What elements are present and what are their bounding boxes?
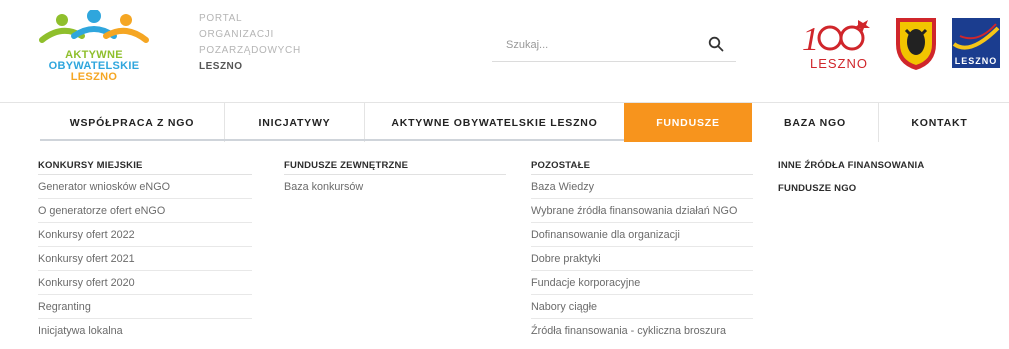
menu-column-fundusze-zewnetrzne: FUNDUSZE ZEWNĘTRZNE Baza konkursów	[284, 156, 506, 199]
column-heading[interactable]: KONKURSY MIEJSKIE	[38, 156, 252, 175]
leszno-100-logo[interactable]: 1 LESZNO	[800, 14, 876, 72]
menu-link[interactable]: Generator wniosków eNGO	[38, 175, 252, 199]
menu-link[interactable]: Fundacje korporacyjne	[531, 271, 753, 295]
menu-column-konkursy-miejskie: KONKURSY MIEJSKIE Generator wniosków eNG…	[38, 156, 252, 343]
main-navigation: WSPÓŁPRACA Z NGO INICJATYWY AKTYWNE OBYW…	[0, 102, 1009, 143]
menu-link[interactable]: Regranting	[38, 295, 252, 319]
nav-item-kontakt[interactable]: KONTAKT	[878, 103, 1000, 143]
nav-item-fundusze[interactable]: FUNDUSZE	[624, 103, 752, 143]
menu-link[interactable]: Źródła finansowania - cykliczna broszura	[531, 319, 753, 343]
site-logo[interactable]: AKTYWNE OBYWATELSKIE LESZNO	[38, 10, 150, 90]
leszno-brand-label: LESZNO	[954, 56, 998, 66]
menu-link[interactable]: Konkursy ofert 2020	[38, 271, 252, 295]
portal-line-2: ORGANIZACJI	[199, 29, 274, 40]
column-heading[interactable]: INNE ŹRÓDŁA FINANSOWANIA	[778, 156, 988, 175]
search-box	[492, 28, 736, 62]
search-input[interactable]	[506, 35, 696, 55]
svg-text:1: 1	[802, 21, 819, 58]
search-icon[interactable]	[708, 36, 724, 52]
menu-link[interactable]: Inicjatywa lokalna	[38, 319, 252, 343]
menu-column-pozostale: POZOSTAŁE Baza Wiedzy Wybrane źródła fin…	[531, 156, 753, 343]
portal-city: LESZNO	[199, 61, 243, 72]
nav-item-aktywne-obywatelskie[interactable]: AKTYWNE OBYWATELSKIE LESZNO	[364, 103, 624, 143]
leszno-100-label: LESZNO	[809, 56, 868, 71]
people-figures-icon	[39, 10, 149, 43]
menu-link[interactable]: Baza Wiedzy	[531, 175, 753, 199]
leszno-brand-logo[interactable]: LESZNO	[950, 14, 1002, 72]
column-heading[interactable]: FUNDUSZE ZEWNĘTRZNE	[284, 156, 506, 175]
column-heading[interactable]: FUNDUSZE NGO	[778, 179, 988, 198]
site-header: AKTYWNE OBYWATELSKIE LESZNO PORTAL ORGAN…	[0, 0, 1009, 102]
menu-link[interactable]: Dobre praktyki	[531, 247, 753, 271]
logo-word-3: LESZNO	[70, 71, 118, 83]
menu-link[interactable]: Nabory ciągłe	[531, 295, 753, 319]
menu-link[interactable]: Konkursy ofert 2021	[38, 247, 252, 271]
menu-link[interactable]: Konkursy ofert 2022	[38, 223, 252, 247]
column-heading[interactable]: POZOSTAŁE	[531, 156, 753, 175]
nav-item-wspolpraca[interactable]: WSPÓŁPRACA Z NGO	[40, 103, 224, 143]
menu-link[interactable]: Dofinansowanie dla organizacji	[531, 223, 753, 247]
coat-of-arms-icon	[896, 18, 936, 70]
menu-link[interactable]: Baza konkursów	[284, 175, 506, 199]
fundusze-dropdown-menu: KONKURSY MIEJSKIE Generator wniosków eNG…	[0, 142, 1009, 349]
menu-column-inne-zrodla: INNE ŹRÓDŁA FINANSOWANIA FUNDUSZE NGO	[778, 156, 988, 198]
menu-link[interactable]: O generatorze ofert eNGO	[38, 199, 252, 223]
nav-underline	[40, 139, 624, 141]
portal-line-3: POZARZĄDOWYCH	[199, 45, 301, 56]
portal-title: PORTAL ORGANIZACJI POZARZĄDOWYCH LESZNO	[199, 11, 301, 75]
city-coat-of-arms[interactable]	[890, 14, 942, 72]
menu-link[interactable]: Wybrane źródła finansowania działań NGO	[531, 199, 753, 223]
portal-line-1: PORTAL	[199, 13, 243, 24]
nav-item-inicjatywy[interactable]: INICJATYWY	[224, 103, 364, 143]
nav-item-baza-ngo[interactable]: BAZA NGO	[752, 103, 878, 143]
